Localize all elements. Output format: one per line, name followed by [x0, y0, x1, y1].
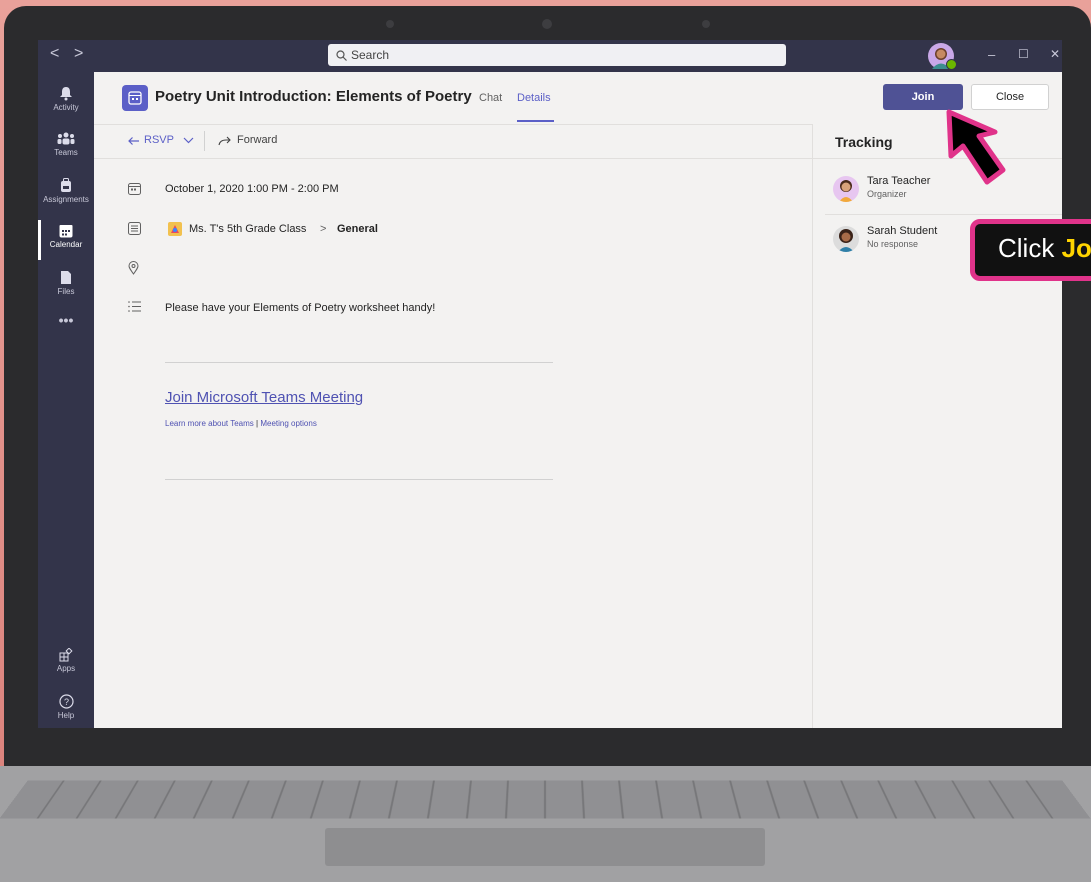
avatar	[833, 226, 859, 252]
pointer-arrow-icon	[935, 104, 1025, 200]
rail-item-assignments[interactable]: Assignments	[38, 172, 94, 216]
attendee-name: Tara Teacher	[867, 175, 930, 187]
forward-icon	[218, 136, 231, 146]
rsvp-label: RSVP	[144, 134, 174, 146]
meeting-links: Learn more about Teams | Meeting options	[165, 419, 317, 428]
meeting-channel-name[interactable]: General	[337, 223, 378, 235]
calendar-date-icon	[128, 182, 141, 195]
bezel-sensor	[386, 20, 394, 28]
title-bar: < > Search – ☐ ✕	[38, 40, 1062, 72]
rail-label: Activity	[53, 103, 78, 112]
tab-chat[interactable]: Chat	[479, 92, 502, 104]
rail-label: Files	[58, 287, 75, 296]
attendee-name: Sarah Student	[867, 225, 937, 237]
more-apps-icon[interactable]: •••	[38, 312, 94, 356]
webcam	[542, 19, 552, 29]
divider	[165, 479, 553, 480]
presence-available-icon	[946, 59, 957, 70]
attendee-status: No response	[867, 239, 918, 249]
rail-item-files[interactable]: Files	[38, 264, 94, 308]
app-rail: Activity Teams Assignments Calendar File…	[38, 72, 94, 728]
meeting-calendar-badge	[122, 85, 148, 111]
calendar-icon	[122, 85, 148, 111]
rail-label: Teams	[54, 148, 78, 157]
instruction-text: Click Jo	[998, 233, 1091, 264]
rail-label: Help	[58, 711, 74, 720]
divider	[825, 214, 1062, 215]
toolbar-divider	[204, 131, 205, 151]
tracking-title: Tracking	[835, 134, 893, 150]
rail-label: Apps	[57, 664, 75, 673]
meeting-description: Please have your Elements of Poetry work…	[165, 302, 435, 314]
channel-icon	[128, 222, 141, 235]
meeting-team-name[interactable]: Ms. T's 5th Grade Class	[189, 223, 306, 235]
tracking-panel: Tracking Tara Teacher Organizer Sarah St…	[812, 124, 1062, 728]
window-close-button[interactable]: ✕	[1050, 47, 1060, 61]
rail-item-help[interactable]: ? Help	[38, 688, 94, 728]
meeting-toolbar: RSVP Forward	[94, 124, 812, 159]
minimize-button[interactable]: –	[988, 47, 995, 62]
keyboard	[0, 780, 1091, 818]
forward-nav-icon[interactable]: >	[74, 45, 83, 63]
forward-button[interactable]: Forward	[218, 133, 298, 151]
back-icon[interactable]: <	[50, 45, 59, 63]
divider	[165, 362, 553, 363]
file-icon	[60, 270, 72, 285]
join-meeting-link[interactable]: Join Microsoft Teams Meeting	[165, 389, 363, 406]
search-input[interactable]: Search	[328, 44, 786, 66]
meeting-datetime: October 1, 2020 1:00 PM - 2:00 PM	[165, 183, 339, 195]
chevron-down-icon	[183, 137, 194, 144]
maximize-button[interactable]: ☐	[1018, 47, 1029, 61]
search-placeholder: Search	[351, 48, 389, 62]
rsvp-button[interactable]: RSVP	[128, 133, 208, 151]
tab-details[interactable]: Details	[517, 92, 551, 104]
rail-item-teams[interactable]: Teams	[38, 126, 94, 170]
breadcrumb-separator: >	[320, 223, 326, 235]
location-icon	[128, 261, 139, 275]
description-icon	[128, 301, 141, 312]
reply-icon	[128, 136, 140, 146]
class-team-icon	[168, 222, 182, 236]
rail-label: Calendar	[50, 240, 82, 249]
trackpad	[325, 828, 765, 866]
search-icon	[336, 50, 347, 61]
bezel-sensor	[702, 20, 710, 28]
page-title: Poetry Unit Introduction: Elements of Po…	[155, 88, 472, 105]
avatar	[833, 176, 859, 202]
calendar-icon	[59, 224, 73, 238]
rail-label: Assignments	[43, 195, 89, 204]
laptop-lid: < > Search – ☐ ✕ Activity Teams Assignme…	[4, 6, 1091, 766]
svg-text:?: ?	[63, 697, 68, 707]
rail-item-activity[interactable]: Activity	[38, 80, 94, 124]
apps-icon	[59, 648, 73, 662]
selected-tab-indicator	[517, 120, 554, 122]
rail-item-calendar[interactable]: Calendar	[38, 218, 94, 262]
attendee-status: Organizer	[867, 189, 907, 199]
bell-icon	[59, 86, 73, 101]
teams-window: < > Search – ☐ ✕ Activity Teams Assignme…	[38, 40, 1062, 728]
learn-more-link[interactable]: Learn more about Teams	[165, 419, 254, 428]
rail-item-apps[interactable]: Apps	[38, 642, 94, 686]
help-icon: ?	[59, 694, 74, 709]
instruction-prefix: Click	[998, 233, 1062, 263]
meeting-options-link[interactable]: Meeting options	[260, 419, 316, 428]
meeting-header: Poetry Unit Introduction: Elements of Po…	[94, 72, 1062, 125]
instruction-highlight: Jo	[1062, 233, 1091, 263]
teams-icon	[57, 132, 75, 146]
link-separator: |	[256, 419, 258, 428]
backpack-icon	[60, 178, 72, 193]
forward-label: Forward	[237, 134, 277, 146]
